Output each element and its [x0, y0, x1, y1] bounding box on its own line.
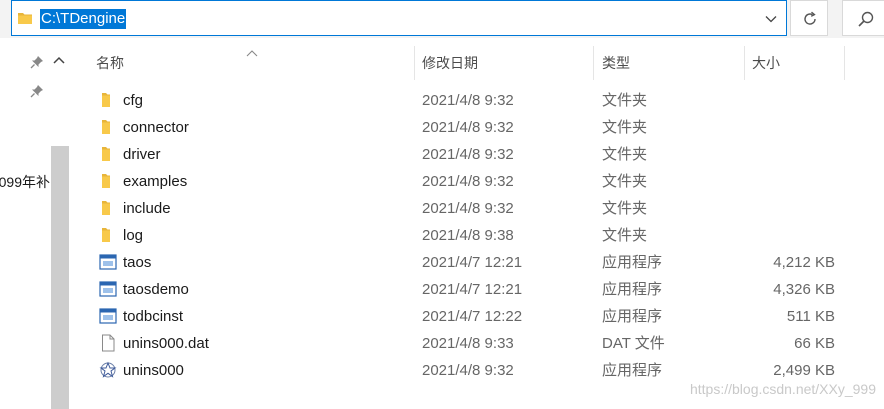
folder-icon [99, 172, 117, 190]
folder-icon [99, 199, 117, 217]
folder-icon [99, 226, 117, 244]
folder-icon [99, 145, 117, 163]
file-row[interactable]: log 2021/4/8 9:38 文件夹 [0, 222, 884, 249]
refresh-button[interactable] [790, 0, 828, 36]
file-size: 66 KB [794, 335, 835, 352]
column-name[interactable]: 名称 [96, 46, 124, 80]
watermark: https://blog.csdn.net/XXy_999 [689, 381, 876, 397]
file-name[interactable]: examples [123, 168, 187, 195]
refresh-icon [804, 11, 816, 25]
file-date: 2021/4/8 9:32 [422, 362, 514, 379]
file-name[interactable]: todbcinst [123, 303, 183, 330]
file-name[interactable]: unins000.dat [123, 330, 209, 357]
file-row[interactable]: examples 2021/4/8 9:32 文件夹 [0, 168, 884, 195]
search-box[interactable] [842, 0, 884, 36]
file-name[interactable]: driver [123, 141, 161, 168]
address-bar[interactable]: C:\TDengine [11, 0, 787, 36]
file-type: 文件夹 [602, 119, 648, 136]
file-date: 2021/4/7 12:21 [422, 281, 523, 298]
application-icon [99, 307, 117, 325]
column-size[interactable]: 大小 [752, 46, 780, 80]
file-type: 文件夹 [602, 200, 648, 217]
file-name[interactable]: include [123, 195, 171, 222]
file-type: DAT 文件 [602, 335, 665, 352]
file-type: 文件夹 [602, 227, 648, 244]
file-date: 2021/4/8 9:32 [422, 146, 514, 163]
file-date: 2021/4/8 9:38 [422, 227, 514, 244]
folder-icon [17, 10, 33, 30]
file-type: 文件夹 [602, 92, 648, 109]
file-name[interactable]: taosdemo [123, 276, 189, 303]
column-date[interactable]: 修改日期 [422, 46, 478, 80]
column-divider[interactable] [844, 46, 845, 80]
file-type: 文件夹 [602, 146, 648, 163]
file-row[interactable]: include 2021/4/8 9:32 文件夹 [0, 195, 884, 222]
application-icon [99, 280, 117, 298]
file-type: 应用程序 [602, 308, 663, 325]
scroll-up-arrow[interactable] [52, 52, 66, 69]
column-type[interactable]: 类型 [602, 46, 630, 80]
file-name[interactable]: connector [123, 114, 189, 141]
file-row[interactable]: cfg 2021/4/8 9:32 文件夹 [0, 87, 884, 114]
file-row[interactable]: taos 2021/4/7 12:21 应用程序 4,212 KB [0, 249, 884, 276]
file-type: 文件夹 [602, 173, 648, 190]
file-date: 2021/4/8 9:32 [422, 92, 514, 109]
file-date: 2021/4/8 9:32 [422, 200, 514, 217]
column-divider[interactable] [414, 46, 415, 80]
sort-ascending-icon [246, 44, 258, 61]
file-date: 2021/4/8 9:33 [422, 335, 514, 352]
file-row[interactable]: driver 2021/4/8 9:32 文件夹 [0, 141, 884, 168]
column-divider[interactable] [593, 46, 594, 80]
column-header: 名称 修改日期 类型 大小 [80, 46, 884, 80]
file-size: 4,326 KB [773, 281, 835, 298]
file-date: 2021/4/7 12:21 [422, 254, 523, 271]
file-name[interactable]: taos [123, 249, 151, 276]
search-icon [858, 11, 874, 27]
installer-icon [99, 361, 117, 379]
column-divider[interactable] [744, 46, 745, 80]
address-bar-area: C:\TDengine [0, 0, 884, 38]
document-icon [99, 334, 117, 352]
file-date: 2021/4/7 12:22 [422, 308, 523, 325]
file-date: 2021/4/8 9:32 [422, 119, 514, 136]
file-size: 511 KB [786, 308, 835, 325]
chevron-down-icon[interactable] [764, 12, 778, 30]
address-path[interactable]: C:\TDengine [40, 9, 127, 29]
file-name[interactable]: unins000 [123, 357, 184, 384]
file-row[interactable]: unins000 2021/4/8 9:32 应用程序 2,499 KB [0, 357, 884, 384]
file-type: 应用程序 [602, 254, 663, 271]
file-name[interactable]: cfg [123, 87, 143, 114]
file-row[interactable]: taosdemo 2021/4/7 12:21 应用程序 4,326 KB [0, 276, 884, 303]
folder-icon [99, 118, 117, 136]
file-type: 应用程序 [602, 362, 663, 379]
file-size: 4,212 KB [773, 254, 835, 271]
file-row[interactable]: unins000.dat 2021/4/8 9:33 DAT 文件 66 KB [0, 330, 884, 357]
file-name[interactable]: log [123, 222, 143, 249]
application-icon [99, 253, 117, 271]
file-row[interactable]: todbcinst 2021/4/7 12:22 应用程序 511 KB [0, 303, 884, 330]
file-type: 应用程序 [602, 281, 663, 298]
file-size: 2,499 KB [773, 362, 835, 379]
folder-icon [99, 91, 117, 109]
file-date: 2021/4/8 9:32 [422, 173, 514, 190]
pin-icon[interactable] [30, 55, 44, 73]
file-row[interactable]: connector 2021/4/8 9:32 文件夹 [0, 114, 884, 141]
